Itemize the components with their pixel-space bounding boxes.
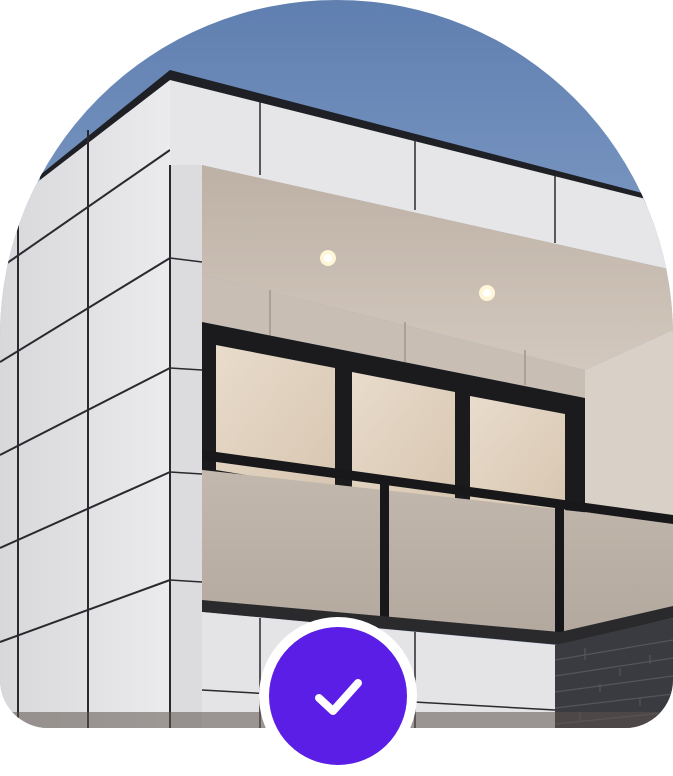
check-badge <box>259 617 417 775</box>
left-wall <box>0 80 170 728</box>
front-pillar <box>170 165 202 728</box>
balustrade-post-1 <box>380 482 389 622</box>
check-icon <box>315 679 362 715</box>
balustrade-post-2 <box>555 506 564 640</box>
check-badge-fill <box>269 627 407 765</box>
stage <box>0 0 673 776</box>
